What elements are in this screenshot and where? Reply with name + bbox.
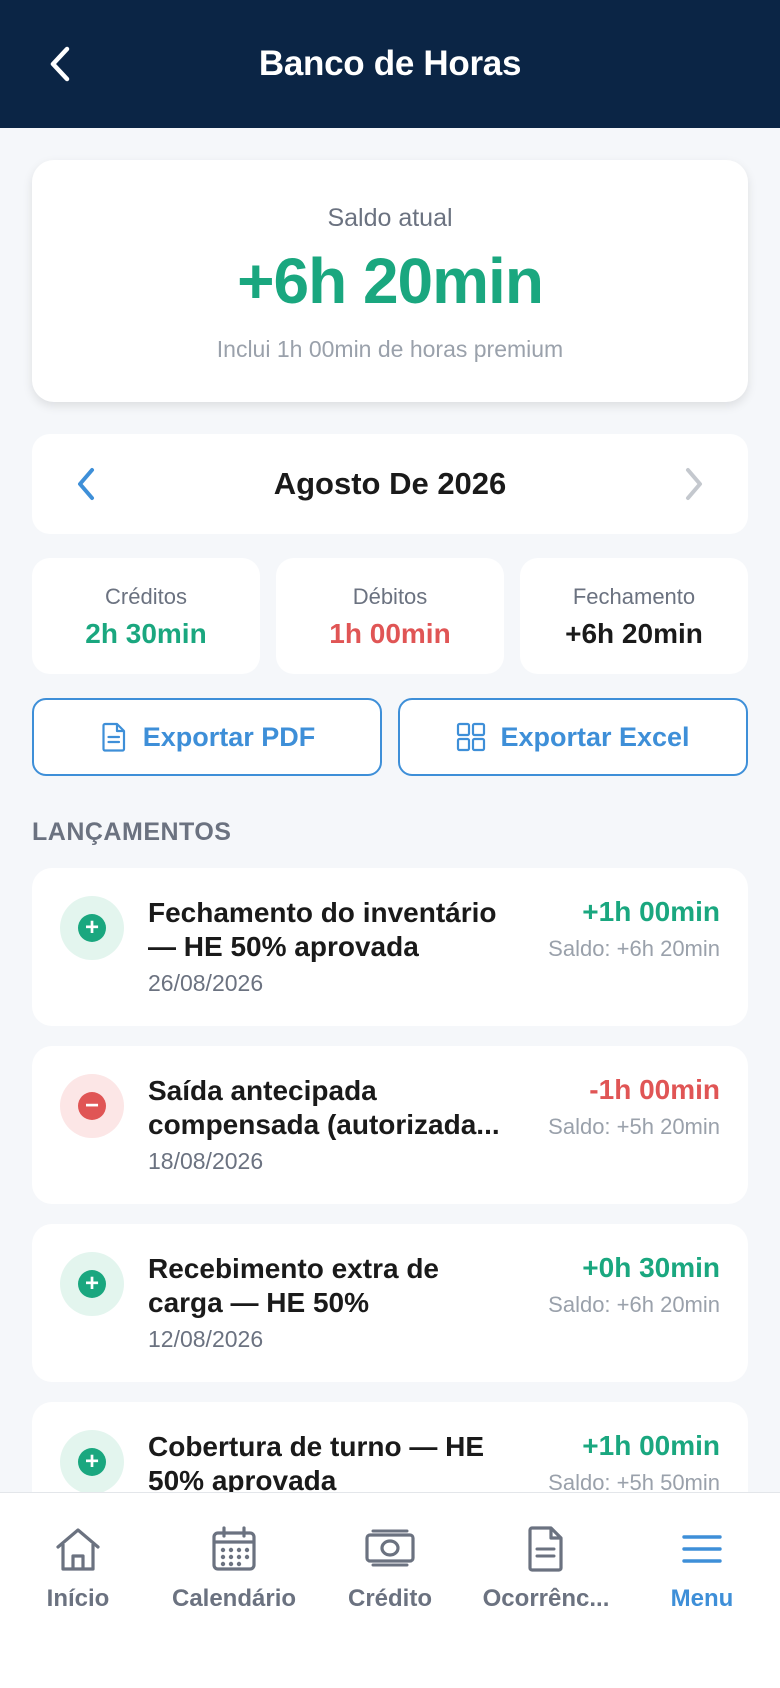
tab-menu-label: Menu — [670, 1585, 734, 1612]
entry-amount: +0h 30min — [582, 1252, 720, 1283]
credit-badge: + — [60, 1252, 124, 1316]
export-excel-label: Exportar Excel — [500, 721, 690, 752]
banknote-icon — [312, 1523, 468, 1575]
entry-amount: +1h 00min — [582, 896, 720, 927]
debits-summary: Débitos 1h 00min — [276, 558, 504, 674]
entry-balance: Saldo: +5h 50min — [548, 1470, 720, 1492]
entries-section-title: LANÇAMENTOS — [32, 818, 232, 846]
entry-title-line: 50% aprovada — [148, 1465, 337, 1492]
entry-title-line: Recebimento extra de — [148, 1253, 439, 1284]
minus-icon: − — [78, 1092, 106, 1120]
plus-icon: + — [78, 1270, 106, 1298]
credit-badge: + — [60, 896, 124, 960]
entry-title-line: carga — HE 50% — [148, 1287, 369, 1318]
entry-title-line: compensada (autorizada... — [148, 1109, 500, 1140]
entry-title-line: Fechamento do inventário — [148, 897, 497, 928]
back-button[interactable] — [36, 40, 84, 88]
closing-label: Fechamento — [572, 584, 696, 609]
entry-item[interactable]: − Saída antecipada compensada (autorizad… — [32, 1046, 748, 1204]
plus-icon: + — [78, 914, 106, 942]
entry-title-line: Cobertura de turno — HE — [148, 1431, 485, 1462]
credits-summary: Créditos 2h 30min — [32, 558, 260, 674]
entry-item[interactable]: + Recebimento extra de carga — HE 50% 12… — [32, 1224, 748, 1382]
tab-occurrences[interactable]: Ocorrênc... — [468, 1523, 624, 1613]
entry-amount: +1h 00min — [582, 1430, 720, 1461]
balance-value: +6h 20min — [237, 245, 544, 317]
entry-title: Fechamento do inventário — HE 50% aprova… — [148, 896, 518, 964]
entry-title: Saída antecipada compensada (autorizada.… — [148, 1074, 518, 1142]
debits-label: Débitos — [352, 584, 428, 609]
tab-calendar-label: Calendário — [171, 1585, 297, 1612]
entry-balance: Saldo: +6h 20min — [548, 936, 720, 961]
plus-icon: + — [78, 1448, 106, 1476]
entry-date: 18/08/2026 — [148, 1148, 264, 1174]
export-excel-button[interactable]: Exportar Excel — [398, 698, 748, 776]
credits-label: Créditos — [105, 584, 187, 609]
export-pdf-button[interactable]: Exportar PDF — [32, 698, 382, 776]
balance-label: Saldo atual — [327, 204, 453, 232]
tab-occurrences-label: Ocorrênc... — [482, 1585, 610, 1612]
balance-card: Saldo atual +6h 20min Inclui 1h 00min de… — [32, 160, 748, 402]
chevron-left-icon — [78, 468, 94, 500]
hamburger-icon — [624, 1523, 780, 1575]
entries-list[interactable]: + Fechamento do inventário — HE 50% apro… — [0, 868, 780, 1492]
entry-title-line: Saída antecipada — [148, 1075, 377, 1106]
tab-home-label: Início — [46, 1585, 110, 1612]
entry-title: Recebimento extra de carga — HE 50% — [148, 1252, 518, 1320]
tab-menu[interactable]: Menu — [624, 1523, 780, 1613]
previous-month-button[interactable] — [62, 460, 110, 508]
credits-value: 2h 30min — [85, 618, 207, 649]
export-pdf-label: Exportar PDF — [142, 721, 316, 752]
entry-date: 26/08/2026 — [148, 970, 264, 996]
tab-home[interactable]: Início — [0, 1523, 156, 1613]
document-icon — [468, 1523, 624, 1575]
next-month-button[interactable] — [670, 460, 718, 508]
tab-credit-label: Crédito — [348, 1585, 432, 1612]
chevron-right-icon — [686, 468, 702, 500]
entry-title: Cobertura de turno — HE 50% aprovada — [148, 1430, 518, 1492]
debits-value: 1h 00min — [329, 618, 451, 649]
bottom-tab-bar: Início Calendário Crédito Ocorrênc... Me… — [0, 1492, 780, 1688]
debit-badge: − — [60, 1074, 124, 1138]
home-icon — [0, 1523, 156, 1575]
closing-value: +6h 20min — [565, 618, 703, 649]
month-title: Agosto De 2026 — [273, 466, 507, 501]
entry-balance: Saldo: +5h 20min — [548, 1114, 720, 1139]
chevron-left-icon — [50, 46, 70, 82]
closing-summary: Fechamento +6h 20min — [520, 558, 748, 674]
grid-icon — [456, 722, 486, 752]
entry-item[interactable]: + Cobertura de turno — HE 50% aprovada +… — [32, 1402, 748, 1492]
calendar-icon — [156, 1523, 312, 1575]
document-icon — [99, 722, 129, 752]
entry-date: 12/08/2026 — [148, 1326, 264, 1352]
page-title: Banco de Horas — [258, 44, 522, 83]
entry-title-line: — HE 50% aprovada — [148, 931, 419, 962]
balance-note: Inclui 1h 00min de horas premium — [216, 336, 564, 362]
top-app-bar: Banco de Horas — [0, 0, 780, 128]
entry-item[interactable]: + Fechamento do inventário — HE 50% apro… — [32, 868, 748, 1026]
credit-badge: + — [60, 1430, 124, 1492]
month-navigator: Agosto De 2026 — [32, 434, 748, 534]
entry-amount: -1h 00min — [589, 1074, 720, 1105]
tab-calendar[interactable]: Calendário — [156, 1523, 312, 1613]
tab-credit[interactable]: Crédito — [312, 1523, 468, 1613]
entry-balance: Saldo: +6h 20min — [548, 1292, 720, 1317]
